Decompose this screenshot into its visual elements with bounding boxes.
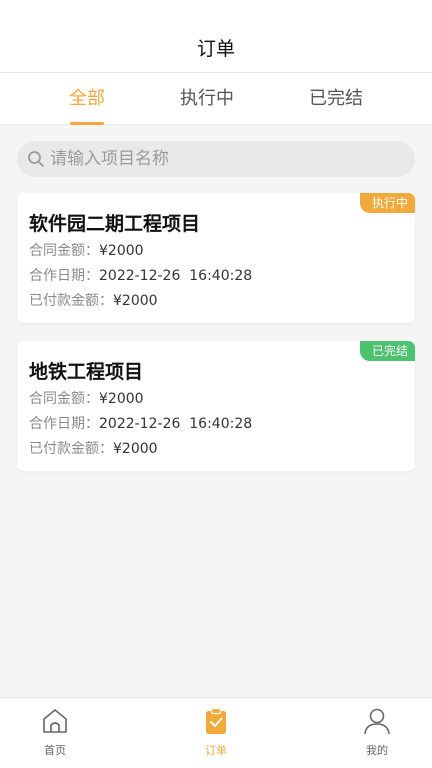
contract-amount-value: ¥2000 <box>99 391 144 407</box>
cooperation-date-value: 2022-12-26 16:40:28 <box>99 268 253 284</box>
tab-completed-label: 已完结 <box>309 88 363 109</box>
nav-orders[interactable]: 订单 <box>176 706 256 758</box>
tab-all[interactable]: 全部 <box>47 73 127 125</box>
active-tab-indicator <box>70 122 104 125</box>
project-name: 软件园二期工程项目 <box>29 213 201 235</box>
contract-amount-value: ¥2000 <box>99 243 144 259</box>
paid-amount-row: 已付款金额：¥2000 <box>29 290 158 310</box>
page-header: 订单 <box>0 0 432 73</box>
nav-profile-label: 我的 <box>366 744 388 757</box>
cooperation-date-label: 合作日期： <box>29 416 99 432</box>
nav-profile[interactable]: 我的 <box>337 706 417 758</box>
home-icon <box>43 709 67 733</box>
order-card[interactable]: 已完结 地铁工程项目 合同金额：¥2000 合作日期：2022-12-26 16… <box>17 341 415 471</box>
tab-running[interactable]: 执行中 <box>166 73 248 125</box>
cooperation-date-row: 合作日期：2022-12-26 16:40:28 <box>29 265 252 285</box>
nav-orders-label: 订单 <box>205 744 227 757</box>
project-name: 地铁工程项目 <box>29 361 144 383</box>
cooperation-date-value: 2022-12-26 16:40:28 <box>99 416 253 432</box>
search-input[interactable] <box>50 141 390 177</box>
search-bar[interactable] <box>17 141 415 177</box>
cooperation-date-row: 合作日期：2022-12-26 16:40:28 <box>29 413 252 433</box>
tab-completed[interactable]: 已完结 <box>295 73 377 125</box>
orders-clipboard-icon <box>206 707 226 734</box>
paid-amount-label: 已付款金额： <box>29 293 113 309</box>
contract-amount-label: 合同金额： <box>29 243 99 259</box>
tab-running-label: 执行中 <box>180 88 234 109</box>
contract-amount-row: 合同金额：¥2000 <box>29 240 144 260</box>
tab-all-label: 全部 <box>69 88 105 109</box>
paid-amount-value: ¥2000 <box>113 441 158 457</box>
paid-amount-row: 已付款金额：¥2000 <box>29 438 158 458</box>
nav-home-label: 首页 <box>44 744 66 757</box>
order-card[interactable]: 执行中 软件园二期工程项目 合同金额：¥2000 合作日期：2022-12-26… <box>17 193 415 323</box>
nav-home[interactable]: 首页 <box>15 706 95 758</box>
contract-amount-label: 合同金额： <box>29 391 99 407</box>
status-badge: 已完结 <box>359 341 415 361</box>
paid-amount-value: ¥2000 <box>113 293 158 309</box>
profile-icon <box>364 708 390 735</box>
paid-amount-label: 已付款金额： <box>29 441 113 457</box>
status-tabs: 全部 执行中 已完结 <box>0 73 432 125</box>
page-title: 订单 <box>196 37 235 60</box>
search-icon <box>28 151 44 167</box>
orders-screen: 订单 全部 执行中 已完结 执行中 软件园二期工程项目 合同金额：¥2000 合… <box>0 0 432 768</box>
status-badge: 执行中 <box>359 193 415 213</box>
cooperation-date-label: 合作日期： <box>29 268 99 284</box>
bottom-navigation: 首页 订单 我的 <box>0 697 432 768</box>
contract-amount-row: 合同金额：¥2000 <box>29 388 144 408</box>
